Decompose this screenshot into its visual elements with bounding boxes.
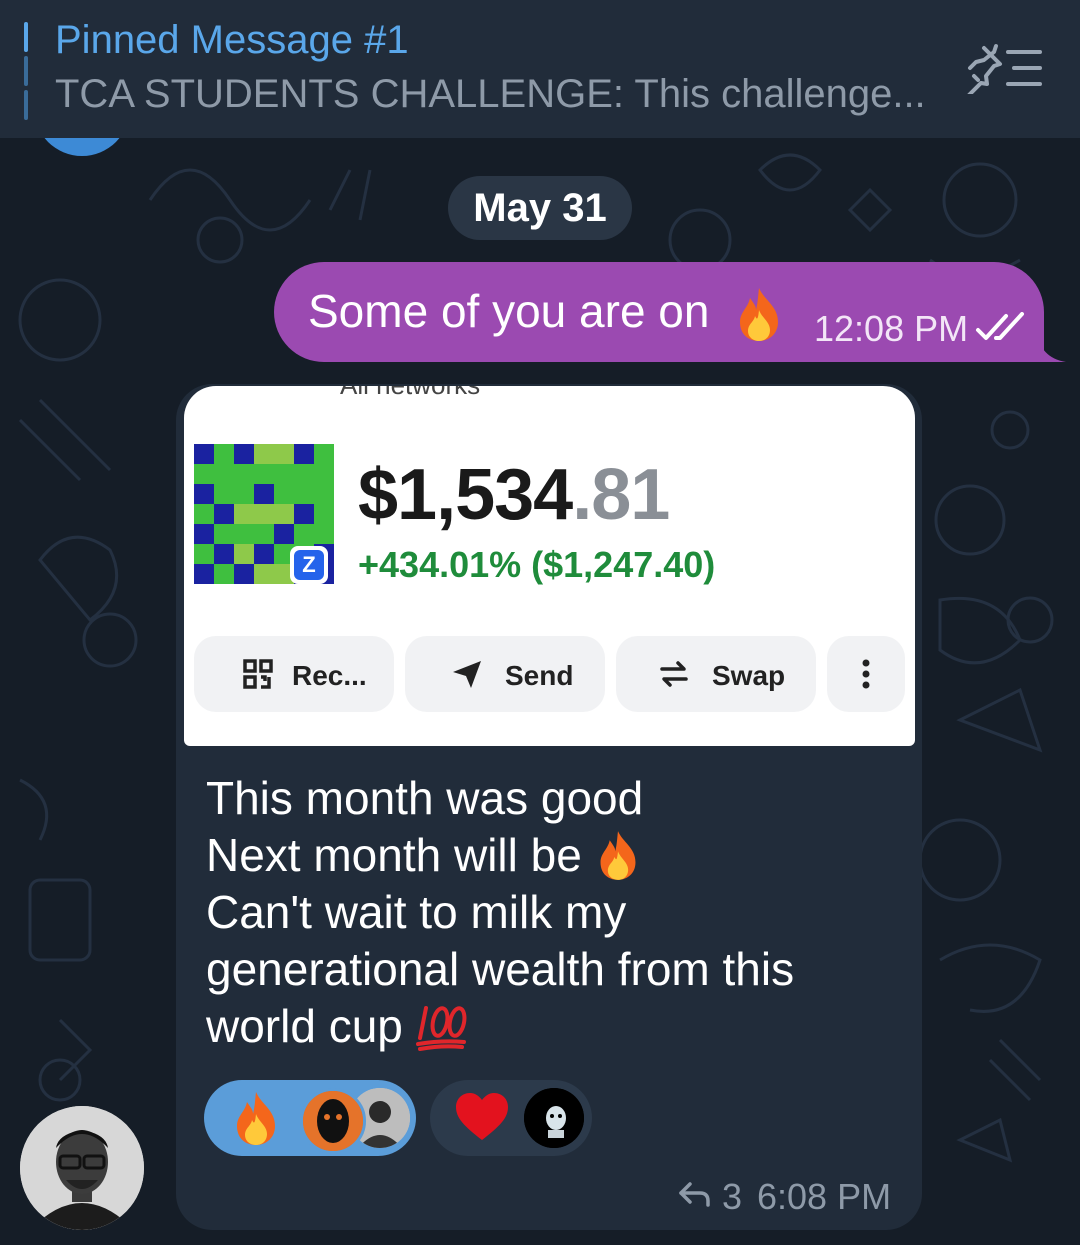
message-line: Can't wait to milk my [206, 886, 627, 938]
message-line: This month was good [206, 772, 644, 824]
reply-arrow-icon [679, 1182, 710, 1207]
message-line: world cup [206, 998, 906, 1055]
reply-count[interactable]: 3 [722, 1176, 742, 1218]
wallet-network-label: All networks [340, 386, 480, 401]
incoming-message-text: This month was good Next month will be C… [206, 770, 906, 1055]
wallet-balance: $1,534.81 [358, 455, 670, 535]
fire-emoji-icon [237, 1092, 275, 1145]
swap-button[interactable]: Swap [616, 636, 816, 712]
pinned-list-icon[interactable] [962, 42, 1046, 94]
more-options-button[interactable] [827, 636, 905, 712]
date-separator: May 31 [448, 176, 632, 240]
fire-emoji-icon [600, 831, 636, 880]
more-vertical-icon [862, 659, 870, 689]
qr-code-icon [243, 659, 273, 689]
pinned-title: Pinned Message #1 [55, 18, 409, 62]
reaction-fire[interactable] [204, 1080, 416, 1156]
message-line: generational wealth from this [206, 943, 795, 995]
red-heart-icon [456, 1093, 508, 1140]
wallet-brand-badge: Z [290, 546, 328, 584]
incoming-message-time: 6:08 PM [757, 1176, 892, 1217]
pinned-message-bar[interactable]: Pinned Message #1 TCA STUDENTS CHALLENGE… [0, 0, 1080, 138]
outgoing-message-bubble[interactable]: Some of you are on 12:08 PM [274, 262, 1044, 362]
pinned-snippet: TCA STUDENTS CHALLENGE: This challenge..… [55, 72, 926, 116]
pinned-indicator [24, 22, 28, 132]
wallet-screenshot-image[interactable]: All networks Z $1,534.81 +434.01% ($1,24… [184, 386, 915, 746]
swap-arrows-icon [660, 661, 688, 687]
reaction-heart[interactable] [430, 1080, 592, 1156]
send-button[interactable]: Send [405, 636, 605, 712]
receive-button[interactable]: Rec... [194, 636, 394, 712]
outgoing-message-text: Some of you are on [308, 285, 710, 337]
fire-emoji-icon [740, 288, 778, 341]
message-line: Next month will be [206, 827, 906, 884]
reactor-avatar [300, 1088, 366, 1154]
reactor-avatar [524, 1088, 584, 1148]
outgoing-message-time: 12:08 PM [814, 308, 969, 349]
hundred-points-icon [415, 1006, 467, 1051]
send-arrow-icon [453, 661, 481, 688]
wallet-change: +434.01% ($1,247.40) [358, 544, 716, 585]
sender-avatar[interactable] [20, 1106, 144, 1230]
double-check-icon [976, 312, 1024, 340]
